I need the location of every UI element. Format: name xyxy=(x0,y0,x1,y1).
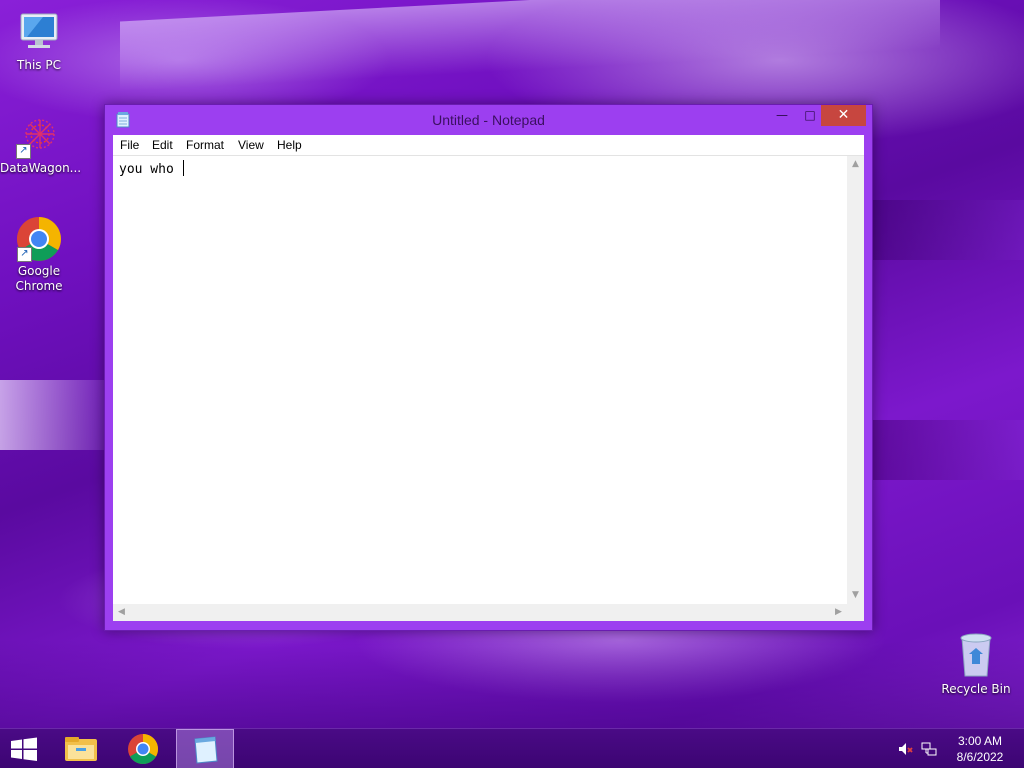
clock-date: 8/6/2022 xyxy=(956,750,1004,764)
desktop-icon-label: DataWagon... xyxy=(0,161,82,175)
menu-format[interactable]: Format xyxy=(186,138,224,152)
wallpaper-band xyxy=(120,0,940,92)
taskbar-notepad[interactable] xyxy=(176,729,234,768)
file-explorer-icon xyxy=(65,737,97,761)
wallpaper-band xyxy=(0,380,110,450)
wallpaper-band xyxy=(870,200,1024,260)
desktop-icon-recycle-bin[interactable]: Recycle Bin xyxy=(938,630,1014,696)
wallpaper-band xyxy=(0,640,1024,730)
menu-bar: File Edit Format View Help xyxy=(113,135,864,156)
desktop-icon-this-pc[interactable]: This PC xyxy=(1,10,77,73)
taskbar: 3:00 AM 8/6/2022 xyxy=(0,728,1024,768)
text-editor[interactable]: you who ▲ ▼ ◀ ▶ xyxy=(113,156,864,621)
scroll-down-icon[interactable]: ▼ xyxy=(847,587,864,604)
chrome-icon xyxy=(128,734,159,765)
taskbar-file-explorer[interactable] xyxy=(52,729,110,768)
desktop-icon-datawagon[interactable]: ↗ DataWagon... xyxy=(0,113,82,176)
start-button[interactable] xyxy=(0,729,48,768)
menu-help[interactable]: Help xyxy=(277,138,302,152)
menu-edit[interactable]: Edit xyxy=(152,138,173,152)
vertical-scrollbar[interactable]: ▲ ▼ xyxy=(847,156,864,604)
desktop-icon-label: Recycle Bin xyxy=(941,682,1011,696)
desktop-icon-google-chrome[interactable]: ↗ Google Chrome xyxy=(1,216,77,294)
close-button[interactable]: ✕ xyxy=(821,105,866,126)
volume-muted-icon[interactable] xyxy=(898,741,914,757)
title-bar[interactable]: Untitled - Notepad — □ ✕ xyxy=(105,105,872,135)
editor-text-area[interactable]: you who xyxy=(119,160,839,600)
notepad-icon xyxy=(194,736,218,764)
shortcut-arrow-icon: ↗ xyxy=(16,144,31,159)
desktop-icon-label: Google Chrome xyxy=(15,264,63,293)
recycle-bin-icon xyxy=(956,630,996,678)
taskbar-chrome[interactable] xyxy=(114,729,172,768)
datawagon-icon: ↗ xyxy=(14,113,62,159)
scroll-left-icon[interactable]: ◀ xyxy=(113,604,130,621)
shortcut-arrow-icon: ↗ xyxy=(17,247,32,262)
menu-view[interactable]: View xyxy=(238,138,264,152)
wallpaper-band xyxy=(870,420,1024,480)
desktop-icon-label: This PC xyxy=(17,58,61,72)
editor-content: you who xyxy=(119,162,182,177)
scroll-corner xyxy=(847,604,864,621)
clock-time: 3:00 AM xyxy=(957,734,1003,748)
maximize-button[interactable]: □ xyxy=(797,105,823,126)
start-icon xyxy=(11,737,37,761)
menu-file[interactable]: File xyxy=(120,138,139,152)
network-icon[interactable] xyxy=(921,741,937,757)
window-title: Untitled - Notepad xyxy=(432,112,545,128)
notepad-window[interactable]: Untitled - Notepad — □ ✕ File Edit Forma… xyxy=(104,104,873,631)
chrome-icon: ↗ xyxy=(15,216,63,262)
desktop: This PC ↗ DataWagon... ↗ Google Chrome U… xyxy=(0,0,1024,768)
text-caret xyxy=(182,160,184,176)
horizontal-scrollbar[interactable]: ◀ ▶ xyxy=(113,604,847,621)
computer-icon xyxy=(15,10,63,56)
taskbar-clock[interactable]: 3:00 AM 8/6/2022 xyxy=(950,733,1010,765)
minimize-button[interactable]: — xyxy=(769,105,795,126)
scroll-up-icon[interactable]: ▲ xyxy=(847,156,864,173)
scroll-right-icon[interactable]: ▶ xyxy=(830,604,847,621)
